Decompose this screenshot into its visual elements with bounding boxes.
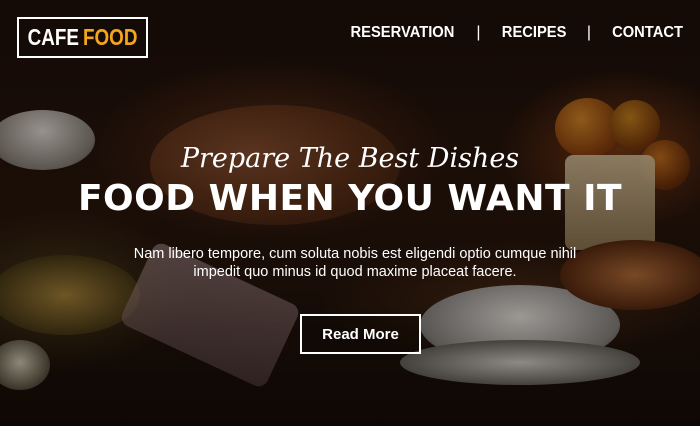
hero-description-line: impedit quo minus id quod maxime placeat…: [193, 264, 517, 280]
nav-link-contact[interactable]: CONTACT: [612, 24, 683, 42]
nav-link-recipes[interactable]: RECIPES: [501, 24, 566, 42]
hero-description-line: Nam libero tempore, cum soluta nobis est…: [133, 246, 577, 262]
read-more-button[interactable]: Read More: [300, 314, 421, 354]
hero-title: FOOD WHEN YOU WANT IT: [77, 178, 623, 219]
nav-separator: |: [476, 24, 481, 41]
hero-description: Nam libero tempore, cum soluta nobis est…: [95, 245, 615, 281]
main-nav: RESERVATION | RECIPES | CONTACT: [346, 24, 687, 42]
nav-separator: |: [586, 24, 591, 41]
brand-logo[interactable]: CAFE FOOD: [17, 17, 148, 58]
nav-link-reservation[interactable]: RESERVATION: [350, 24, 454, 42]
hero-subtitle: Prepare The Best Dishes: [180, 143, 520, 174]
brand-word-cafe: CAFE: [27, 24, 79, 50]
brand-word-food: FOOD: [82, 24, 138, 50]
